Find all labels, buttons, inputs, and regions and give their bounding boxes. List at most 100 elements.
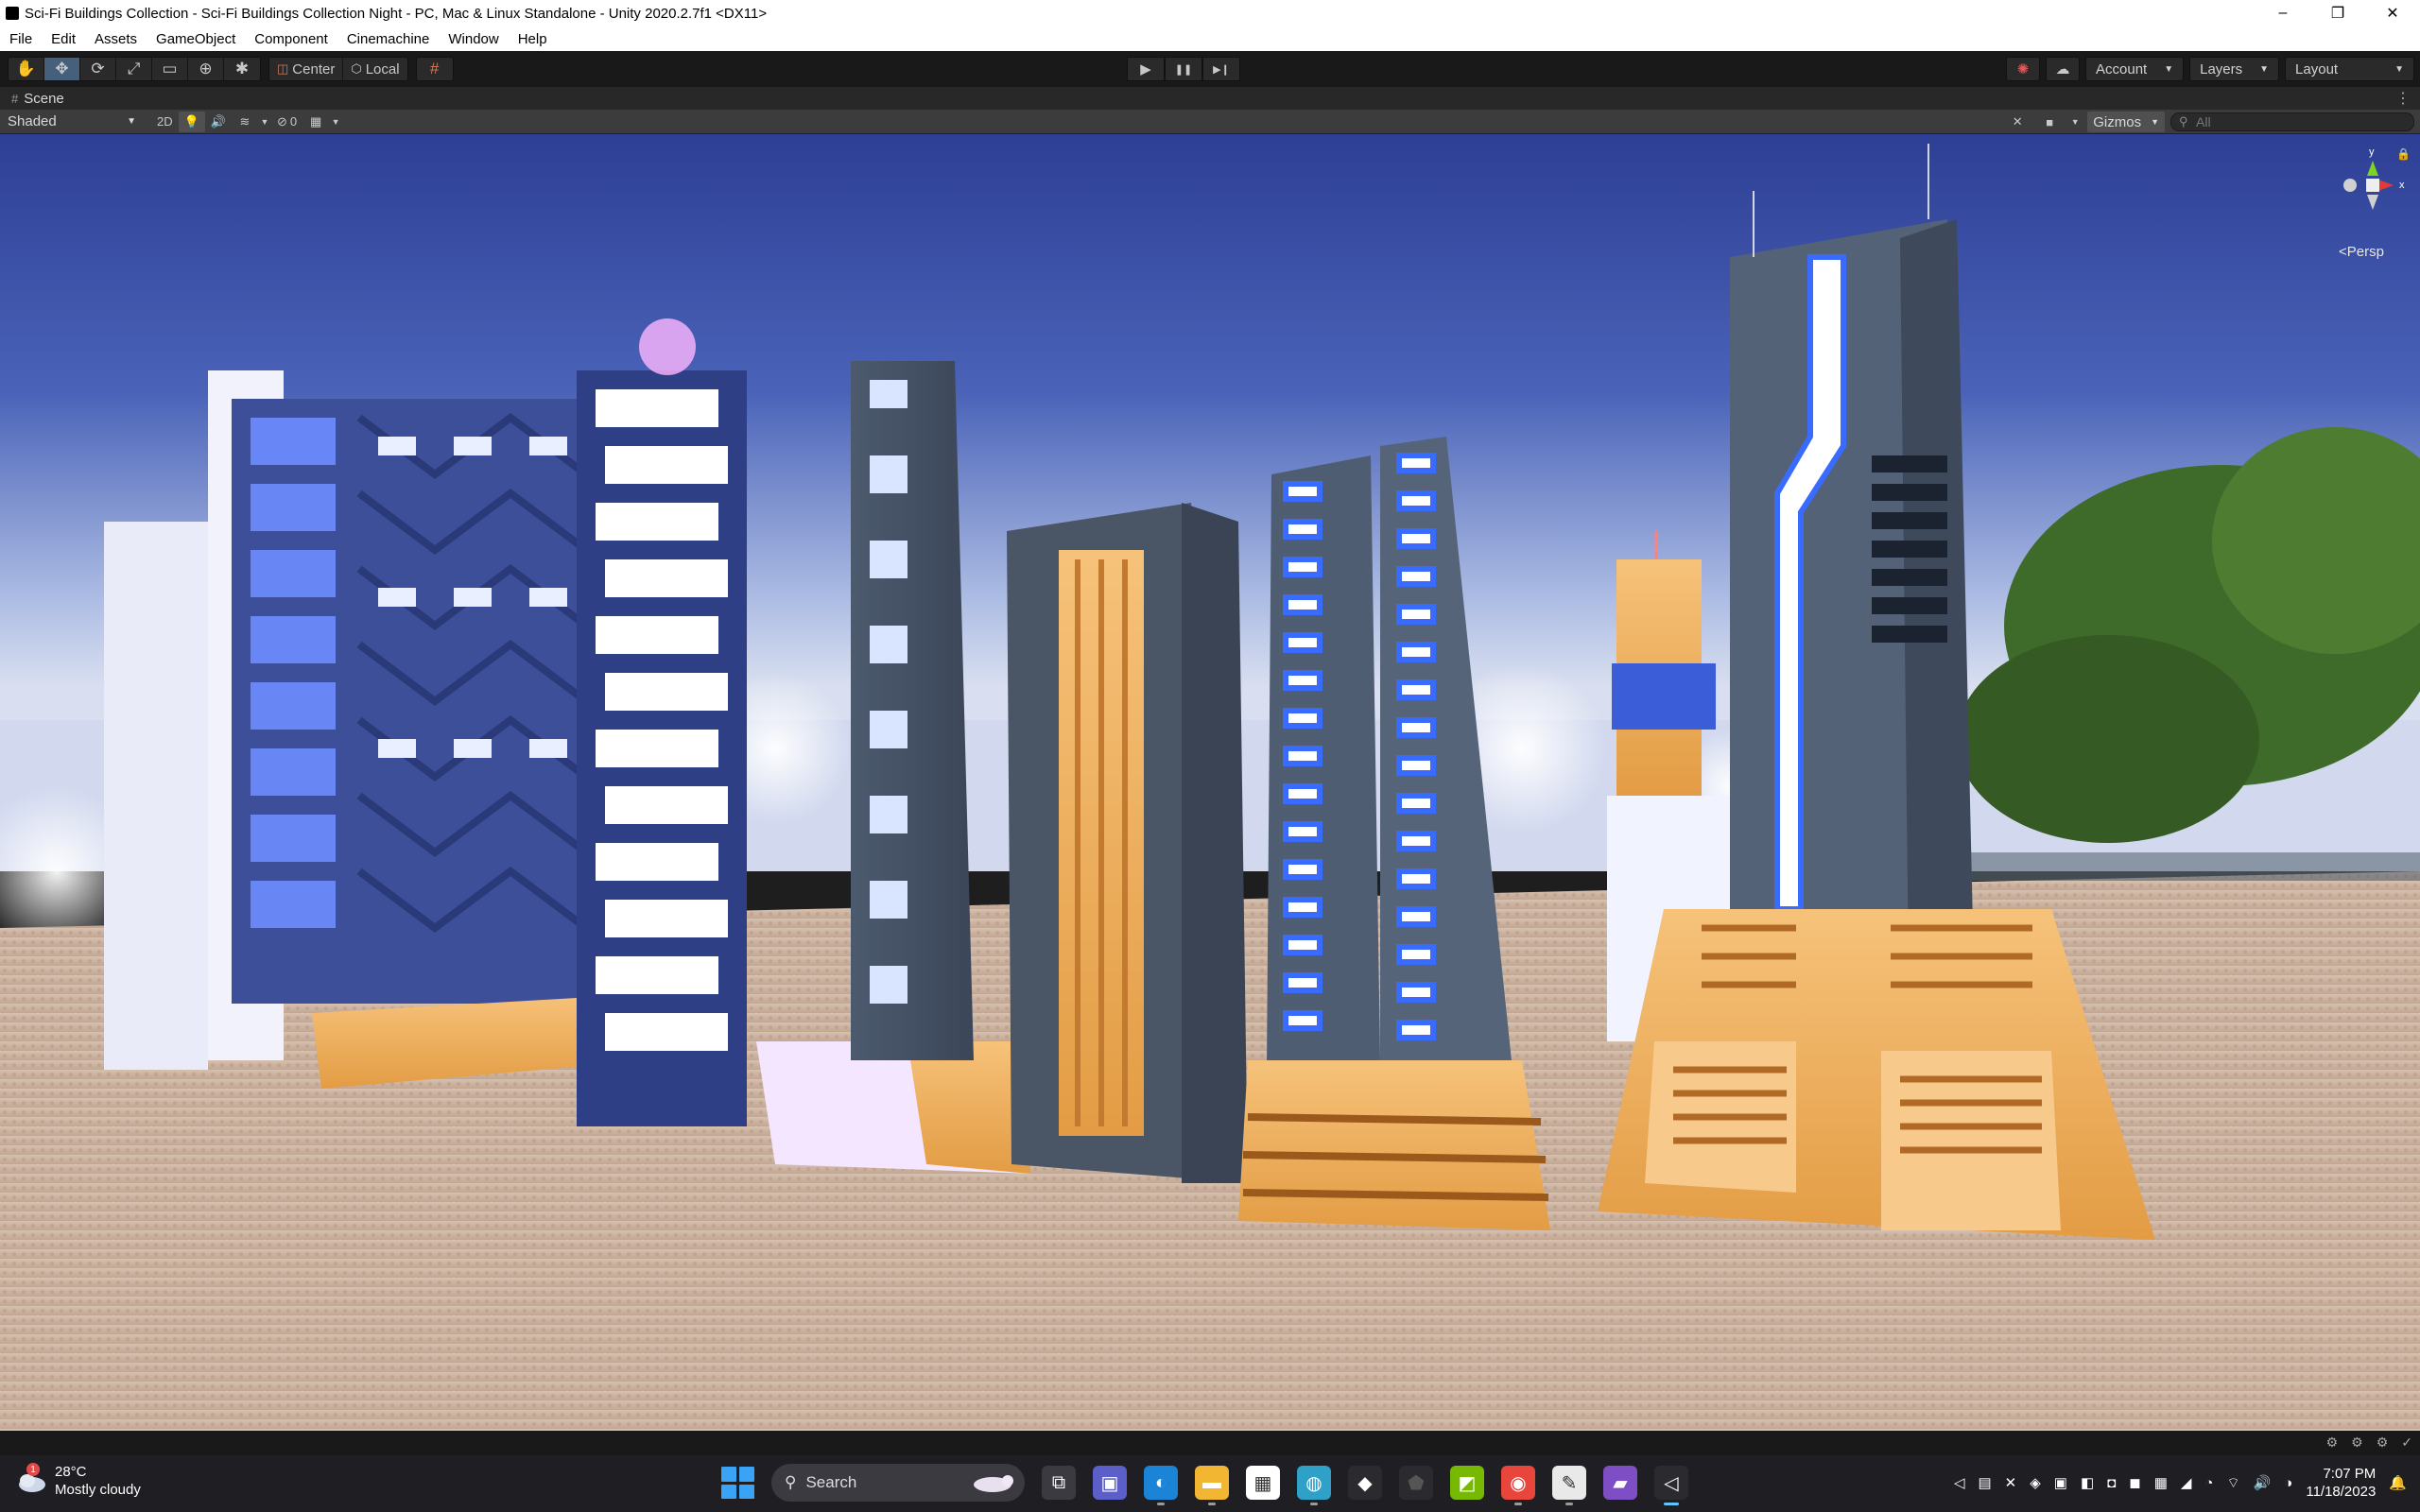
effects-toggle-icon[interactable]: ≋ (232, 112, 258, 132)
toggle-2d-button[interactable]: 2D (151, 112, 179, 132)
tab-scene[interactable]: # Scene (0, 91, 76, 107)
rect-icon[interactable]: ▭ (152, 58, 188, 80)
unity-icon[interactable]: ◁ (1654, 1466, 1688, 1505)
tray-grid-icon[interactable]: ▦ (2154, 1474, 2168, 1491)
collab-icon[interactable]: ✺ (2006, 57, 2040, 81)
main-toolbar: ✋ ✥ ⟳ ⤢ ▭ ⊕ ✱ ◫ Center ⬡ Local # ▶ ❚❚ ▶❙… (0, 51, 2420, 87)
wifi-icon[interactable]: ⌔ (2226, 1474, 2239, 1492)
file-explorer-icon[interactable]: ▬ (1195, 1466, 1229, 1505)
menu-assets[interactable]: Assets (85, 31, 147, 47)
menu-gameobject[interactable]: GameObject (147, 31, 245, 47)
weather-description: Mostly cloudy (55, 1482, 141, 1498)
pause-button[interactable]: ❚❚ (1165, 57, 1202, 81)
check-icon[interactable]: ✓ (2401, 1435, 2412, 1451)
tray-dropbox-icon[interactable]: ◢ (2181, 1474, 2192, 1491)
shield-app-icon[interactable]: ⬟ (1399, 1466, 1433, 1500)
minimize-button[interactable]: – (2256, 0, 2310, 26)
globe-icon[interactable]: ◍ (1297, 1466, 1331, 1505)
layers-dropdown[interactable]: Layers ▼ (2189, 57, 2280, 81)
lighting-toggle-icon[interactable]: 💡 (178, 111, 205, 132)
audio-toggle-icon[interactable]: 🔊 (205, 112, 232, 132)
tab-menu-icon[interactable]: ⋮ (2395, 89, 2411, 108)
transform-icon[interactable]: ⊕ (188, 58, 224, 80)
debug-icon[interactable]: ⚙ (2326, 1435, 2339, 1451)
cloud-icon[interactable]: ☁ (2046, 57, 2080, 81)
alienware-icon[interactable]: ◆ (1348, 1466, 1382, 1500)
clock[interactable]: 7:07 PM 11/18/2023 (2306, 1465, 2376, 1501)
pivot-local-toggle[interactable]: ⬡ Local (343, 58, 406, 80)
tray-teams-icon[interactable]: ◧ (2081, 1474, 2094, 1491)
tray-shield-icon[interactable]: ◼ (2129, 1474, 2140, 1491)
tray-cloud-icon[interactable]: ◔ (2204, 1475, 2213, 1491)
tools-toggle-icon[interactable]: ✕ (2004, 112, 2031, 132)
camera-settings-icon[interactable]: ■ (2036, 112, 2063, 132)
tray-keyboard-icon[interactable]: ▤ (1978, 1474, 1991, 1491)
window-title-bar: Sci-Fi Buildings Collection - Sci-Fi Bui… (0, 0, 2420, 26)
gizmos-dropdown[interactable]: Gizmos ▼ (2087, 112, 2165, 132)
volume-icon[interactable]: 🔊 (2254, 1474, 2272, 1491)
step-button[interactable]: ▶❙ (1202, 57, 1240, 81)
menu-cinemachine[interactable]: Cinemachine (337, 31, 440, 47)
account-dropdown[interactable]: Account ▼ (2085, 57, 2185, 81)
store-icon[interactable]: ▦ (1246, 1466, 1280, 1500)
unity-app-icon (6, 7, 19, 20)
chevron-down-icon: ▼ (2151, 117, 2159, 127)
scene-control-bar: Shaded ▼ 2D 💡 🔊 ≋ ▼ ⊘ 0 ▦ ▼ ✕ ■ ▼ Gizmos… (0, 110, 2420, 134)
menu-component[interactable]: Component (245, 31, 337, 47)
maximize-button[interactable]: ❐ (2310, 0, 2365, 26)
pivot-center-toggle[interactable]: ◫ Center (269, 58, 344, 80)
chevron-down-icon[interactable]: ▼ (329, 112, 342, 132)
notification-bell-icon[interactable]: 🔔 (2389, 1474, 2407, 1491)
scene-search-input[interactable]: ⚲ All (2170, 112, 2414, 131)
nvidia-icon[interactable]: ◩ (1450, 1466, 1484, 1500)
tray-app-icon[interactable]: ◈ (2030, 1474, 2041, 1491)
tray-xbox-icon[interactable]: ✕ (2005, 1474, 2017, 1491)
editor-status-bar: ⚙ ⚙ ⚙ ✓ (0, 1431, 2420, 1455)
notepad-icon[interactable]: ✎ (1552, 1466, 1586, 1505)
taskbar-search[interactable]: ⚲ Search (771, 1464, 1025, 1502)
perspective-toggle[interactable]: <Persp (2339, 244, 2384, 260)
move-icon[interactable]: ✥ (44, 58, 80, 80)
scene-viewport[interactable]: y x 🔒 <Persp (0, 134, 2420, 1431)
bug-icon[interactable]: ⚙ (2351, 1435, 2363, 1451)
tray-outlook-icon[interactable]: ▣ (2054, 1474, 2067, 1491)
chevron-down-icon[interactable]: ▼ (2068, 112, 2082, 132)
scene-search-placeholder: All (2196, 114, 2211, 129)
transform-tools: ✋ ✥ ⟳ ⤢ ▭ ⊕ ✱ (8, 57, 261, 81)
account-label: Account (2096, 60, 2148, 77)
grid-toggle-icon[interactable]: ▦ (302, 112, 329, 132)
shading-mode-dropdown[interactable]: Shaded ▼ (2, 112, 142, 132)
hidden-objects-toggle[interactable]: ⊘ 0 (271, 112, 302, 132)
layout-dropdown[interactable]: Layout ▼ (2285, 57, 2414, 81)
menu-help[interactable]: Help (509, 31, 557, 47)
meet-icon[interactable]: ▣ (1093, 1466, 1127, 1500)
play-button[interactable]: ▶ (1127, 57, 1165, 81)
menu-edit[interactable]: Edit (42, 31, 85, 47)
search-highlight-icon (974, 1475, 1013, 1492)
tray-antivirus-icon[interactable]: ◘ (2107, 1475, 2116, 1491)
hidden-count: 0 (289, 114, 298, 129)
custom-tool-icon[interactable]: ✱ (224, 58, 260, 80)
windows-start-icon[interactable] (720, 1466, 754, 1500)
weather-badge: 1 (26, 1463, 40, 1476)
chevron-down-icon[interactable]: ▼ (258, 112, 271, 132)
weather-widget[interactable]: 1 28°C Mostly cloudy (15, 1463, 141, 1499)
scene-tab-label: Scene (24, 90, 64, 107)
progress-icon[interactable]: ⚙ (2377, 1435, 2389, 1451)
menu-file[interactable]: File (0, 31, 42, 47)
scene-render (0, 134, 2420, 1431)
battery-icon[interactable]: ◑ (2284, 1475, 2292, 1491)
chrome-icon[interactable]: ◉ (1501, 1466, 1535, 1505)
edge-icon[interactable]: ◐ (1144, 1466, 1178, 1505)
task-view-icon[interactable]: ⧉ (1042, 1466, 1076, 1500)
hand-icon[interactable]: ✋ (9, 58, 44, 80)
rotate-icon[interactable]: ⟳ (80, 58, 116, 80)
tray-unity-icon[interactable]: ◁ (1954, 1474, 1965, 1491)
snap-grid-icon[interactable]: # (417, 58, 453, 80)
clapper-icon[interactable]: ▰ (1603, 1466, 1637, 1500)
menu-window[interactable]: Window (439, 31, 508, 47)
close-button[interactable]: ✕ (2365, 0, 2420, 26)
scale-icon[interactable]: ⤢ (116, 58, 152, 80)
lock-icon[interactable]: 🔒 (2396, 147, 2411, 161)
menu-bar: File Edit Assets GameObject Component Ci… (0, 26, 2420, 51)
